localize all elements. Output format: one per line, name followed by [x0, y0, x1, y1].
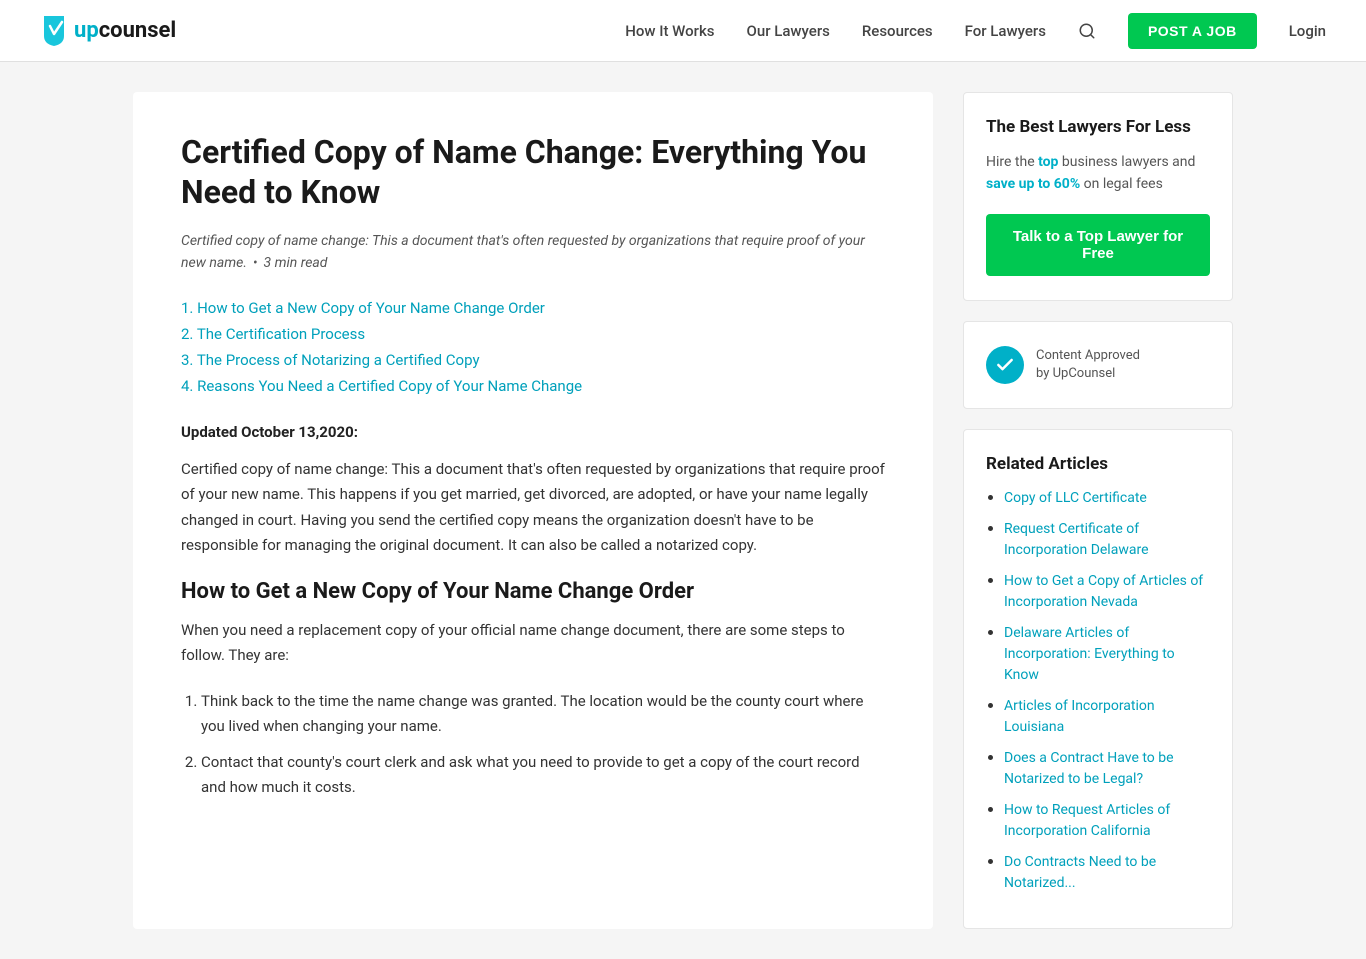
related-link-2[interactable]: Request Certificate of Incorporation Del… [1004, 521, 1149, 558]
table-of-contents: 1. How to Get a New Copy of Your Name Ch… [181, 299, 885, 395]
toc-item-4: 4. Reasons You Need a Certified Copy of … [181, 377, 885, 395]
related-articles-title: Related Articles [986, 454, 1210, 474]
search-icon[interactable] [1078, 22, 1096, 40]
best-lawyers-title: The Best Lawyers For Less [986, 117, 1210, 137]
list-item-1: Think back to the time the name change w… [201, 689, 885, 740]
content-approved-card: Content Approved by UpCounsel [963, 321, 1233, 409]
toc-link-4[interactable]: 4. Reasons You Need a Certified Copy of … [181, 377, 582, 395]
nav-our-lawyers[interactable]: Our Lawyers [747, 22, 830, 40]
login-link[interactable]: Login [1289, 22, 1326, 40]
section-1-intro: When you need a replacement copy of your… [181, 618, 885, 669]
logo-text: upcounsel [74, 18, 176, 43]
talk-to-lawyer-button[interactable]: Talk to a Top Lawyer for Free [986, 214, 1210, 276]
article-subtitle: Certified copy of name change: This a do… [181, 230, 885, 275]
section-1-heading: How to Get a New Copy of Your Name Chang… [181, 579, 885, 604]
toc-item-2: 2. The Certification Process [181, 325, 885, 343]
approved-text: Content Approved by UpCounsel [1036, 347, 1140, 383]
navigation: upcounsel How It Works Our Lawyers Resou… [0, 0, 1366, 62]
related-articles-card: Related Articles Copy of LLC Certificate… [963, 429, 1233, 929]
related-link-3[interactable]: How to Get a Copy of Articles of Incorpo… [1004, 573, 1203, 610]
list-item: How to Get a Copy of Articles of Incorpo… [1004, 571, 1210, 613]
list-item: Copy of LLC Certificate [1004, 488, 1210, 509]
steps-list: Think back to the time the name change w… [181, 689, 885, 801]
related-link-5[interactable]: Articles of Incorporation Louisiana [1004, 698, 1155, 735]
page-wrapper: Certified Copy of Name Change: Everythin… [113, 62, 1253, 959]
related-link-1[interactable]: Copy of LLC Certificate [1004, 490, 1147, 506]
hire-text: Hire the top business lawyers and save u… [986, 151, 1210, 196]
list-item: Does a Contract Have to be Notarized to … [1004, 748, 1210, 790]
list-item: Articles of Incorporation Louisiana [1004, 696, 1210, 738]
nav-resources[interactable]: Resources [862, 22, 933, 40]
related-link-8[interactable]: Do Contracts Need to be Notarized... [1004, 854, 1156, 891]
toc-link-3[interactable]: 3. The Process of Notarizing a Certified… [181, 351, 480, 369]
logo-icon [40, 14, 68, 48]
list-item-2: Contact that county's court clerk and as… [201, 750, 885, 801]
toc-link-1[interactable]: 1. How to Get a New Copy of Your Name Ch… [181, 299, 545, 317]
related-articles-list: Copy of LLC Certificate Request Certific… [986, 488, 1210, 894]
list-item: Delaware Articles of Incorporation: Ever… [1004, 623, 1210, 686]
post-job-button[interactable]: POST A JOB [1128, 13, 1257, 49]
best-lawyers-card: The Best Lawyers For Less Hire the top b… [963, 92, 1233, 301]
related-link-4[interactable]: Delaware Articles of Incorporation: Ever… [1004, 625, 1175, 683]
toc-item-1: 1. How to Get a New Copy of Your Name Ch… [181, 299, 885, 317]
related-link-7[interactable]: How to Request Articles of Incorporation… [1004, 802, 1170, 839]
toc-link-2[interactable]: 2. The Certification Process [181, 325, 365, 343]
article-title: Certified Copy of Name Change: Everythin… [181, 132, 885, 212]
updated-date: Updated October 13,2020: [181, 423, 885, 441]
nav-how-it-works[interactable]: How It Works [625, 22, 714, 40]
main-content: Certified Copy of Name Change: Everythin… [133, 92, 933, 929]
list-item: Request Certificate of Incorporation Del… [1004, 519, 1210, 561]
nav-links: How It Works Our Lawyers Resources For L… [625, 13, 1326, 49]
nav-for-lawyers[interactable]: For Lawyers [965, 22, 1046, 40]
toc-item-3: 3. The Process of Notarizing a Certified… [181, 351, 885, 369]
list-item: How to Request Articles of Incorporation… [1004, 800, 1210, 842]
sidebar: The Best Lawyers For Less Hire the top b… [963, 92, 1233, 929]
list-item: Do Contracts Need to be Notarized... [1004, 852, 1210, 894]
logo[interactable]: upcounsel [40, 14, 176, 48]
body-paragraph-1: Certified copy of name change: This a do… [181, 457, 885, 559]
approved-badge-container: Content Approved by UpCounsel [986, 346, 1210, 384]
checkmark-icon [995, 355, 1015, 375]
related-link-6[interactable]: Does a Contract Have to be Notarized to … [1004, 750, 1174, 787]
approved-badge [986, 346, 1024, 384]
